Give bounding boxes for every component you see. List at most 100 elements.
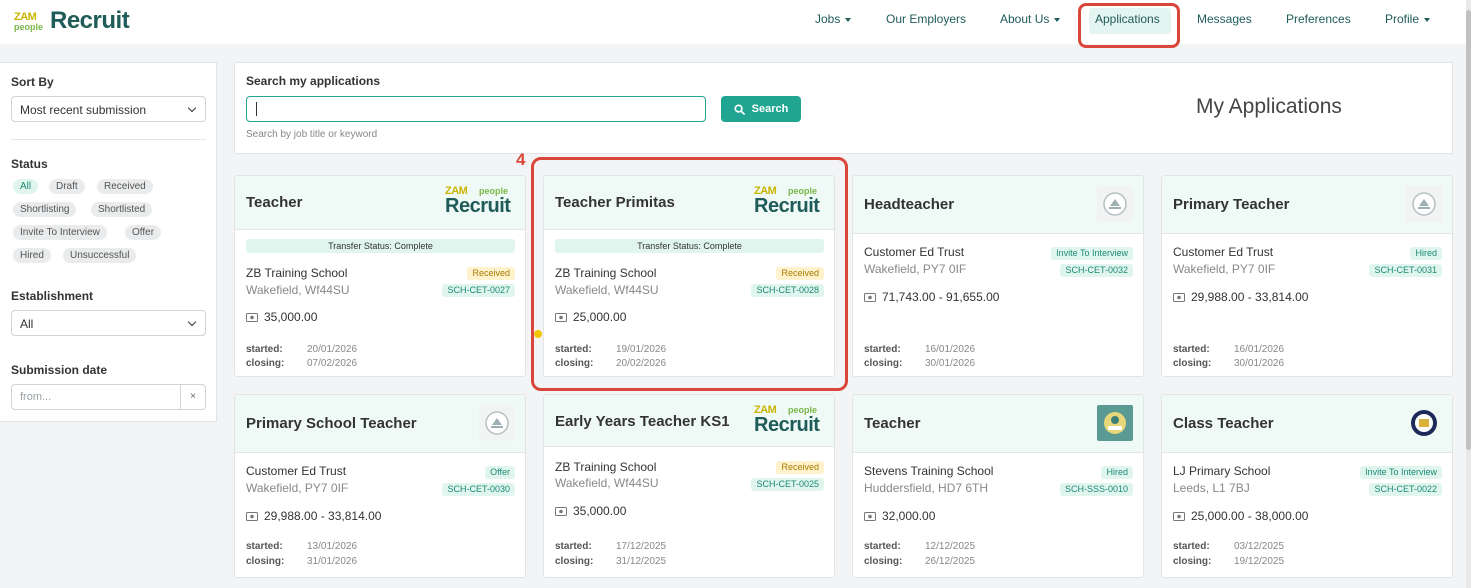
salary-value: 71,743.00 - 91,655.00: [882, 290, 1000, 304]
started-date: 16/01/2026: [925, 344, 976, 355]
status-chip-shortlisted[interactable]: Shortlisted: [91, 202, 153, 217]
school-crest-logo: [1097, 405, 1133, 441]
card-salary: 71,743.00 - 91,655.00: [864, 290, 999, 304]
application-card[interactable]: Teacher Stevens Training School Huddersf…: [852, 394, 1144, 578]
closing-label: closing:: [864, 556, 903, 567]
brand-logo[interactable]: ZAM people Recruit: [14, 7, 130, 35]
caret-down-icon: [1054, 17, 1061, 22]
application-card[interactable]: Early Years Teacher KS1 ZAM people Recruit…: [543, 394, 835, 578]
started-label: started:: [246, 541, 283, 552]
filter-sidebar: Sort By Most recent submission Status Al…: [0, 62, 217, 422]
money-icon: [555, 506, 567, 516]
status-badge: Received: [776, 461, 824, 474]
nav-about-us[interactable]: About Us: [1000, 12, 1061, 26]
search-input[interactable]: [246, 96, 706, 122]
establishment-select[interactable]: All: [11, 310, 206, 336]
money-icon: [246, 312, 258, 322]
money-icon: [246, 511, 258, 521]
status-chip-received[interactable]: Received: [97, 179, 153, 194]
crest-icon: [1411, 410, 1437, 436]
closing-label: closing:: [1173, 358, 1212, 369]
submission-from-date-input[interactable]: from... ×: [11, 384, 206, 410]
status-chip-offer[interactable]: Offer: [125, 225, 162, 240]
nav-messages[interactable]: Messages: [1197, 12, 1252, 26]
sidebar-divider: [11, 139, 206, 140]
clear-date-button[interactable]: ×: [180, 385, 205, 409]
card-location: Wakefield, PY7 0IF: [864, 262, 967, 276]
nav-preferences[interactable]: Preferences: [1286, 12, 1351, 26]
card-location: Wakefield, PY7 0IF: [246, 481, 349, 495]
status-badge: Received: [467, 267, 515, 280]
mouse-cursor-indicator: [534, 330, 542, 338]
chevron-down-icon: [187, 317, 197, 327]
crest-icon: [1103, 192, 1127, 216]
started-label: started:: [1173, 344, 1210, 355]
page-scrollbar[interactable]: [1466, 0, 1471, 588]
closing-date: 30/01/2026: [1234, 358, 1285, 369]
card-establishment: Stevens Training School: [864, 464, 994, 478]
status-chip-all[interactable]: All: [13, 179, 39, 194]
status-badge: Offer: [485, 466, 515, 479]
application-card[interactable]: Headteacher Customer Ed Trust Wakefield,…: [852, 175, 1144, 377]
started-label: started:: [864, 344, 901, 355]
card-job-title: Primary Teacher: [1173, 196, 1290, 213]
salary-value: 25,000.00 - 38,000.00: [1191, 509, 1309, 523]
started-date: 17/12/2025: [616, 541, 667, 552]
nav-jobs-label: Jobs: [815, 12, 841, 26]
salary-value: 29,988.00 - 33,814.00: [264, 509, 382, 523]
zam-recruit-logo: ZAM people Recruit: [752, 403, 824, 439]
search-button-label: Search: [751, 103, 789, 115]
nav-our-employers[interactable]: Our Employers: [886, 12, 966, 26]
status-badge: Hired: [1101, 466, 1133, 479]
caret-down-icon: [845, 17, 852, 22]
started-label: started:: [1173, 541, 1210, 552]
reference-badge: SCH-CET-0031: [1369, 264, 1442, 277]
card-header: Primary School Teacher: [235, 395, 525, 453]
started-label: started:: [864, 541, 901, 552]
application-card[interactable]: Teacher ZAM people Recruit Transfer Status…: [234, 175, 526, 377]
card-establishment: Customer Ed Trust: [246, 464, 347, 478]
closing-date: 31/01/2026: [307, 556, 358, 567]
search-button[interactable]: Search: [721, 96, 801, 122]
scrollbar-thumb[interactable]: [1466, 10, 1471, 450]
nav-jobs[interactable]: Jobs: [815, 12, 852, 26]
annotation-highlight-applications: [1078, 3, 1180, 48]
card-job-title: Teacher: [246, 194, 303, 211]
status-chip-draft[interactable]: Draft: [49, 179, 85, 194]
card-salary: 25,000.00 - 38,000.00: [1173, 509, 1308, 523]
status-chip-unsuccessful[interactable]: Unsuccessful: [63, 248, 137, 263]
reference-badge: SCH-CET-0022: [1369, 483, 1442, 496]
application-card[interactable]: Primary Teacher Customer Ed Trust Wakefi…: [1161, 175, 1453, 377]
card-salary: 29,988.00 - 33,814.00: [1173, 290, 1308, 304]
card-salary: 32,000.00: [864, 509, 935, 523]
card-header: Class Teacher: [1162, 395, 1452, 453]
card-header: Early Years Teacher KS1 ZAM people Recruit: [544, 395, 834, 447]
chevron-down-icon: [187, 103, 197, 113]
status-chip-shortlisting[interactable]: Shortlisting: [13, 202, 77, 217]
reference-badge: SCH-SSS-0010: [1059, 483, 1133, 496]
status-chip-hired[interactable]: Hired: [13, 248, 51, 263]
closing-label: closing:: [1173, 556, 1212, 567]
zam-people-logo-mark: ZAM people: [14, 9, 50, 33]
nav-profile[interactable]: Profile: [1385, 12, 1431, 26]
card-location: Wakefield, Wf44SU: [555, 476, 659, 490]
reference-badge: SCH-CET-0027: [442, 284, 515, 297]
card-location: Huddersfield, HD7 6TH: [864, 481, 989, 495]
establishment-label: Establishment: [11, 289, 94, 303]
card-establishment: Customer Ed Trust: [864, 245, 965, 259]
from-placeholder: from...: [20, 391, 52, 403]
reference-badge: SCH-CET-0025: [751, 478, 824, 491]
reference-badge: SCH-CET-0030: [442, 483, 515, 496]
started-date: 12/12/2025: [925, 541, 976, 552]
closing-label: closing:: [555, 556, 594, 567]
salary-value: 35,000.00: [573, 504, 627, 518]
application-card[interactable]: Primary School Teacher Customer Ed Trust…: [234, 394, 526, 578]
card-location: Wakefield, Wf44SU: [246, 283, 350, 297]
sort-by-select[interactable]: Most recent submission: [11, 96, 206, 122]
caret-down-icon: [1424, 17, 1431, 22]
closing-label: closing:: [864, 358, 903, 369]
closing-date: 30/01/2026: [925, 358, 976, 369]
application-card[interactable]: Class Teacher LJ Primary School Leeds, L…: [1161, 394, 1453, 578]
status-chip-invite-to-interview[interactable]: Invite To Interview: [13, 225, 107, 240]
card-salary: 29,988.00 - 33,814.00: [246, 509, 381, 523]
